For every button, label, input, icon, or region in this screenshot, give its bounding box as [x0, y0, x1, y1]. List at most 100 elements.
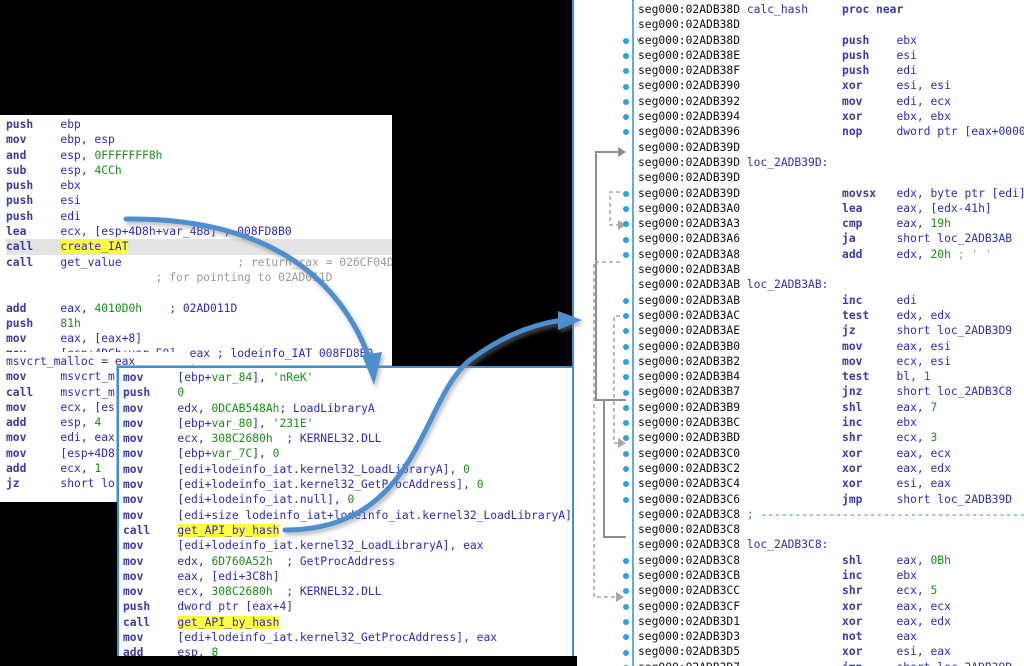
- code-line[interactable]: seg000:02ADB3CC shr ecx, 5: [638, 583, 1024, 598]
- code-line[interactable]: seg000:02ADB3C2 xor eax, edx: [638, 461, 1024, 476]
- breakpoint-dot-icon[interactable]: [623, 649, 629, 656]
- code-line[interactable]: call get_API_by_hash: [123, 523, 572, 538]
- code-line[interactable]: mov edx, 6D760A52h ; GetProcAddress: [123, 554, 572, 569]
- code-line[interactable]: mov eax, [eax+8]: [6, 331, 392, 346]
- code-line[interactable]: seg000:02ADB3AC test edx, edx: [638, 308, 1024, 323]
- breakpoint-dot-icon[interactable]: [623, 313, 629, 319]
- code-line[interactable]: seg000:02ADB3AE jz short loc_2ADB3D9: [638, 323, 1024, 338]
- code-line[interactable]: seg000:02ADB3C8 shl eax, 0Bh: [638, 553, 1024, 568]
- code-line[interactable]: mov [ebp+var_84], 'nReK': [123, 370, 572, 385]
- breakpoint-dot-icon[interactable]: [623, 114, 629, 121]
- code-line[interactable]: ; for pointing to 02AD011D: [6, 270, 392, 285]
- code-line[interactable]: mov ecx, 308C2680h ; KERNEL32.DLL: [123, 584, 572, 599]
- code-line[interactable]: seg000:02ADB39D ; ca: [638, 170, 1024, 185]
- code-line[interactable]: mov [edi+lodeinfo_iat.kernel32_GetProcAd…: [123, 630, 572, 645]
- code-line[interactable]: seg000:02ADB3BD shr ecx, 3: [638, 430, 1024, 445]
- code-ref[interactable]: get_API_by_hash: [177, 615, 280, 629]
- code-line[interactable]: seg000:02ADB39D: [638, 140, 1024, 155]
- code-line[interactable]: push ebp: [6, 117, 392, 132]
- breakpoint-dot-icon[interactable]: [623, 450, 629, 457]
- code-line[interactable]: push esi: [6, 193, 392, 208]
- breakpoint-dot-icon[interactable]: [623, 297, 629, 304]
- code-ref[interactable]: create_IAT: [60, 240, 129, 254]
- code-line[interactable]: seg000:02ADB3B9 shl eax, 7: [638, 400, 1024, 415]
- code-line[interactable]: mov [edi+lodeinfo_iat.kernel32_LoadLibra…: [123, 462, 572, 477]
- code-line[interactable]: push edi: [6, 209, 392, 224]
- code-line[interactable]: seg000:02ADB3CF xor eax, ecx: [638, 599, 1024, 614]
- breakpoint-dot-icon[interactable]: [623, 236, 629, 243]
- code-line[interactable]: seg000:02ADB3AB: [638, 262, 1024, 277]
- code-line[interactable]: seg000:02ADB3AB inc edi: [638, 293, 1024, 308]
- code-line[interactable]: seg000:02ADB3A0 lea eax, [edx-41h]: [638, 201, 1024, 216]
- breakpoint-dot-icon[interactable]: [623, 435, 629, 442]
- code-line[interactable]: seg000:02ADB38E push esi: [638, 48, 1024, 63]
- breakpoint-dot-icon[interactable]: [623, 221, 629, 228]
- breakpoint-dot-icon[interactable]: [623, 190, 629, 197]
- breakpoint-dot-icon[interactable]: [623, 496, 629, 503]
- code-line[interactable]: seg000:02ADB39D loc_2ADB39D: ; CO: [638, 155, 1024, 170]
- code-line[interactable]: and esp, 0FFFFFFF8h: [6, 148, 392, 163]
- code-line[interactable]: mov [edi+lodeinfo_iat.kernel32_LoadLibra…: [123, 538, 572, 553]
- code-line[interactable]: seg000:02ADB3D7 jmp short loc_2ADB39D: [638, 660, 1024, 666]
- breakpoint-dot-icon[interactable]: [623, 251, 629, 258]
- code-line[interactable]: lea ecx, [esp+4D8h+var_4B8] ; 008FD8B0: [6, 224, 392, 239]
- code-line[interactable]: mov [ebp+var_80], '231E': [123, 416, 572, 431]
- breakpoint-dot-icon[interactable]: [623, 129, 629, 136]
- breakpoint-dot-icon[interactable]: [623, 466, 629, 472]
- breakpoint-dot-icon[interactable]: [623, 404, 629, 411]
- breakpoint-dot-icon[interactable]: [623, 573, 629, 580]
- code-line[interactable]: seg000:02ADB38D push ebx: [638, 33, 1024, 48]
- code-line[interactable]: mov [edi+lodeinfo_iat.null], 0: [123, 492, 572, 507]
- code-line[interactable]: msvcrt_malloc = eax: [6, 354, 135, 369]
- right-code-column[interactable]: seg000:02ADB38D calc_hash proc near ; CO…: [634, 0, 1024, 666]
- code-line[interactable]: mov ebp, esp: [6, 132, 392, 147]
- code-line[interactable]: seg000:02ADB390 xor esi, esi: [638, 78, 1024, 93]
- code-line[interactable]: mov edx, 0DCAB548Ah; LoadLibraryA: [123, 401, 572, 416]
- code-line[interactable]: call create_IAT: [6, 239, 392, 255]
- code-line[interactable]: seg000:02ADB39D movsx edx, byte ptr [edi…: [638, 186, 1024, 201]
- code-ref[interactable]: get_API_by_hash: [177, 523, 280, 537]
- code-line[interactable]: seg000:02ADB394 xor ebx, ebx: [638, 109, 1024, 124]
- breakpoint-dot-icon[interactable]: [623, 420, 629, 427]
- breakpoint-dot-icon[interactable]: [623, 588, 629, 595]
- code-line[interactable]: seg000:02ADB38F push edi: [638, 63, 1024, 78]
- code-line[interactable]: seg000:02ADB3A6 ja short loc_2ADB3AB: [638, 231, 1024, 246]
- code-line[interactable]: seg000:02ADB3C8: [638, 522, 1024, 537]
- breakpoint-dot-icon[interactable]: [623, 205, 629, 212]
- collapse-chevron-icon[interactable]: ⌄: [636, 33, 642, 44]
- code-line[interactable]: seg000:02ADB3C8 ; ----------------------…: [638, 507, 1024, 522]
- code-line[interactable]: seg000:02ADB3C6 jmp short loc_2ADB39D: [638, 492, 1024, 507]
- code-line[interactable]: seg000:02ADB3D1 xor eax, edx: [638, 614, 1024, 629]
- breakpoint-dot-icon[interactable]: [623, 68, 629, 75]
- breakpoint-dot-icon[interactable]: [623, 83, 629, 90]
- code-line[interactable]: seg000:02ADB3B4 test bl, 1: [638, 369, 1024, 384]
- code-line[interactable]: call get_API_by_hash: [123, 615, 572, 630]
- code-line[interactable]: push 0: [123, 385, 572, 400]
- code-line[interactable]: mov ecx, [es: [6, 400, 135, 415]
- code-line[interactable]: seg000:02ADB3D5 xor esi, eax: [638, 644, 1024, 659]
- code-line[interactable]: mov [esp+4D8: [6, 446, 135, 461]
- code-line[interactable]: seg000:02ADB396 nop dword ptr [eax+00000: [638, 124, 1024, 139]
- breakpoint-dot-icon[interactable]: [623, 603, 629, 610]
- breakpoint-dot-icon[interactable]: [623, 52, 629, 59]
- code-line[interactable]: seg000:02ADB3A3 cmp eax, 19h: [638, 216, 1024, 231]
- code-line[interactable]: seg000:02ADB3C4 xor esi, eax: [638, 476, 1024, 491]
- breakpoint-dot-icon[interactable]: [623, 557, 629, 564]
- code-line[interactable]: sub esp, 4CCh: [6, 163, 392, 178]
- code-line[interactable]: mov [edi+size lodeinfo_iat+lodeinfo_iat.…: [123, 508, 572, 523]
- code-line[interactable]: mov ecx, 308C2680h ; KERNEL32.DLL: [123, 431, 572, 446]
- code-line[interactable]: seg000:02ADB3BC inc ebx: [638, 415, 1024, 430]
- breakpoint-dot-icon[interactable]: [623, 98, 629, 105]
- code-line[interactable]: mov [edi+lodeinfo_iat.kernel32_GetProcAd…: [123, 477, 572, 492]
- code-line[interactable]: call msvcrt_m: [6, 385, 135, 400]
- breakpoint-dot-icon[interactable]: [623, 343, 629, 350]
- calc-hash-window[interactable]: seg000:02ADB38D calc_hash proc near ; CO…: [572, 0, 1024, 666]
- code-line[interactable]: add esp, 4: [6, 415, 135, 430]
- code-line[interactable]: seg000:02ADB3D3 not eax: [638, 629, 1024, 644]
- code-line[interactable]: seg000:02ADB3B0 mov eax, esi: [638, 339, 1024, 354]
- code-line[interactable]: push 81h: [6, 316, 392, 331]
- code-line[interactable]: jz short lo: [6, 476, 135, 491]
- code-line[interactable]: mov msvcrt_m: [6, 369, 135, 384]
- code-line[interactable]: seg000:02ADB3B2 mov ecx, esi: [638, 354, 1024, 369]
- code-line[interactable]: seg000:02ADB3CB inc ebx: [638, 568, 1024, 583]
